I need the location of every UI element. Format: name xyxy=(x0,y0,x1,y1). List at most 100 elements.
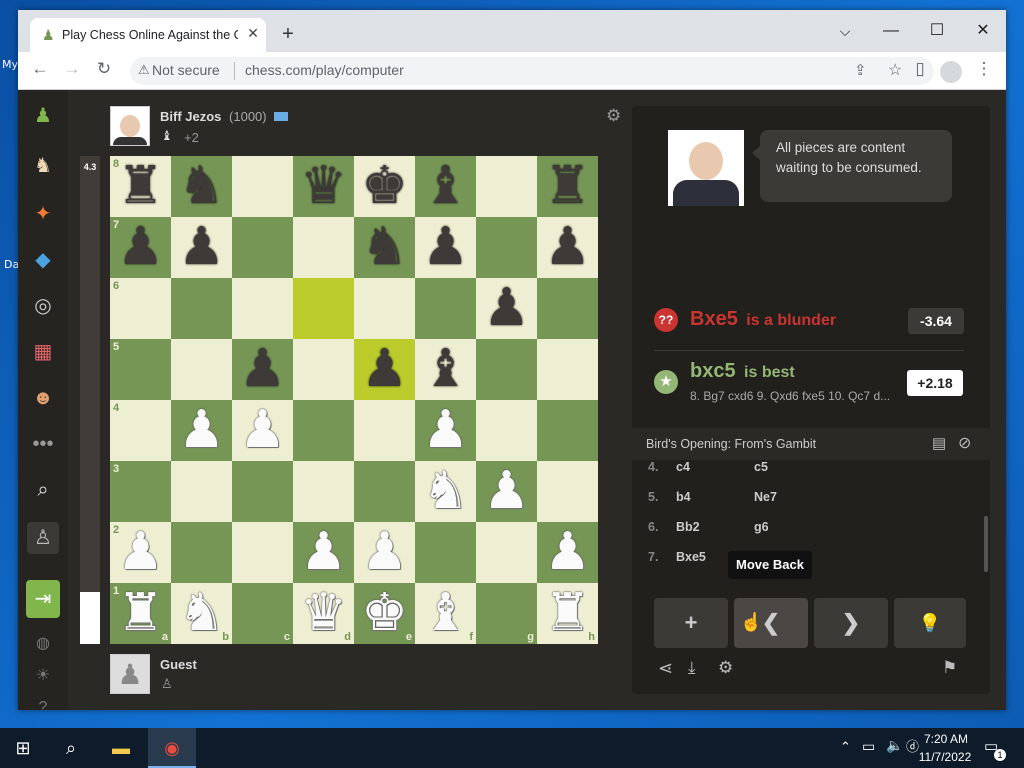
square-g7[interactable] xyxy=(476,217,537,278)
add-friend-icon[interactable]: ♙ xyxy=(27,522,59,554)
square-b4[interactable]: ♟ xyxy=(171,400,232,461)
square-h3[interactable] xyxy=(537,461,598,522)
white-pawn-icon[interactable]: ♟ xyxy=(354,522,415,583)
square-d5[interactable] xyxy=(293,339,354,400)
square-b3[interactable] xyxy=(171,461,232,522)
black-knight-icon[interactable]: ♞ xyxy=(354,217,415,278)
square-f7[interactable]: ♟ xyxy=(415,217,476,278)
close-tab-icon[interactable]: ✕ xyxy=(244,25,262,42)
file-explorer-icon[interactable]: ▬ xyxy=(98,728,144,768)
square-b2[interactable] xyxy=(171,522,232,583)
square-d7[interactable] xyxy=(293,217,354,278)
white-move[interactable]: Bxe5 xyxy=(676,550,706,564)
watch-icon[interactable]: ◎ xyxy=(27,290,59,322)
square-c5[interactable]: ♟ xyxy=(232,339,293,400)
news-icon[interactable]: ▦ xyxy=(27,336,59,368)
black-bishop-icon[interactable]: ♝ xyxy=(415,339,476,400)
square-b1[interactable]: b ♞ xyxy=(171,583,232,644)
side-panel-icon[interactable]: ▯ xyxy=(908,57,932,81)
login-icon[interactable]: ⇥ xyxy=(26,580,60,618)
square-e5[interactable]: ♟ xyxy=(354,339,415,400)
help-icon[interactable]: ? xyxy=(27,692,59,710)
browser-tab[interactable]: ♟ Play Chess Online Against the Co ✕ xyxy=(30,18,266,52)
square-h1[interactable]: h ♜ xyxy=(537,583,598,644)
square-c2[interactable] xyxy=(232,522,293,583)
square-e6[interactable] xyxy=(354,278,415,339)
more-icon[interactable]: ••• xyxy=(27,428,59,460)
settings-gear-icon[interactable]: ⚙ xyxy=(718,658,733,678)
square-h4[interactable] xyxy=(537,400,598,461)
puzzles-icon[interactable]: ✦ xyxy=(27,198,59,230)
square-c6[interactable] xyxy=(232,278,293,339)
square-e4[interactable] xyxy=(354,400,415,461)
black-pawn-icon[interactable]: ♟ xyxy=(110,217,171,278)
white-pawn-icon[interactable]: ♟ xyxy=(110,522,171,583)
desktop-icon-label[interactable]: My xyxy=(2,58,18,71)
square-g5[interactable] xyxy=(476,339,537,400)
square-g6[interactable]: ♟ xyxy=(476,278,537,339)
square-b5[interactable] xyxy=(171,339,232,400)
close-window-button[interactable]: ✕ xyxy=(960,16,1006,46)
black-pawn-icon[interactable]: ♟ xyxy=(232,339,293,400)
square-g8[interactable] xyxy=(476,156,537,217)
black-bishop-icon[interactable]: ♝ xyxy=(415,156,476,217)
square-a6[interactable]: 6 xyxy=(110,278,171,339)
black-pawn-icon[interactable]: ♟ xyxy=(415,217,476,278)
square-a5[interactable]: 5 xyxy=(110,339,171,400)
download-icon[interactable]: ⤓ xyxy=(688,658,696,678)
black-rook-icon[interactable]: ♜ xyxy=(110,156,171,217)
square-c8[interactable] xyxy=(232,156,293,217)
chrome-taskbar-icon[interactable]: ◉ xyxy=(148,728,196,768)
square-d8[interactable]: ♛ xyxy=(293,156,354,217)
black-rook-icon[interactable]: ♜ xyxy=(537,156,598,217)
address-bar[interactable]: ⚠ Not secure chess.com/play/computer ⇪ ☆ xyxy=(130,57,934,85)
move-list-scrollbar[interactable] xyxy=(984,516,988,572)
white-pawn-icon[interactable]: ♟ xyxy=(537,522,598,583)
hint-button[interactable]: 💡 xyxy=(894,598,966,648)
black-queen-icon[interactable]: ♛ xyxy=(293,156,354,217)
clock-date[interactable]: 11/7/2022 xyxy=(908,750,982,764)
square-h2[interactable]: ♟ xyxy=(537,522,598,583)
black-king-icon[interactable]: ♚ xyxy=(354,156,415,217)
square-f2[interactable] xyxy=(415,522,476,583)
square-g3[interactable]: ♟ xyxy=(476,461,537,522)
clock-time[interactable]: 7:20 AM xyxy=(916,732,976,746)
square-a7[interactable]: 7 ♟ xyxy=(110,217,171,278)
black-pawn-icon[interactable]: ♟ xyxy=(171,217,232,278)
square-g1[interactable]: g xyxy=(476,583,537,644)
profile-avatar-icon[interactable] xyxy=(940,61,962,83)
learn-icon[interactable]: ◆ xyxy=(27,244,59,276)
resign-flag-icon[interactable]: ⚑ xyxy=(942,658,957,678)
white-move[interactable]: b4 xyxy=(676,490,691,504)
white-pawn-icon[interactable]: ♟ xyxy=(415,400,476,461)
add-button[interactable]: + xyxy=(654,598,728,648)
square-e1[interactable]: e ♚ xyxy=(354,583,415,644)
square-f3[interactable]: ♞ xyxy=(415,461,476,522)
square-a4[interactable]: 4 xyxy=(110,400,171,461)
square-d4[interactable] xyxy=(293,400,354,461)
black-pawn-icon[interactable]: ♟ xyxy=(537,217,598,278)
maximize-button[interactable]: ☐ xyxy=(914,16,960,46)
square-f4[interactable]: ♟ xyxy=(415,400,476,461)
square-e3[interactable] xyxy=(354,461,415,522)
square-f5[interactable]: ♝ xyxy=(415,339,476,400)
bookmark-star-icon[interactable]: ☆ xyxy=(888,60,902,80)
white-rook-icon[interactable]: ♜ xyxy=(110,583,171,644)
square-h7[interactable]: ♟ xyxy=(537,217,598,278)
square-b6[interactable] xyxy=(171,278,232,339)
square-h6[interactable] xyxy=(537,278,598,339)
taskbar-search-icon[interactable]: ⌕ xyxy=(48,728,94,768)
square-g2[interactable] xyxy=(476,522,537,583)
compass-icon[interactable]: ⊘ xyxy=(958,433,971,453)
square-a3[interactable]: 3 xyxy=(110,461,171,522)
square-b7[interactable]: ♟ xyxy=(171,217,232,278)
white-pawn-icon[interactable]: ♟ xyxy=(293,522,354,583)
square-a2[interactable]: 2 ♟ xyxy=(110,522,171,583)
share-icon[interactable]: ⋖ xyxy=(658,658,673,679)
square-d3[interactable] xyxy=(293,461,354,522)
white-move[interactable]: Bb2 xyxy=(676,520,700,534)
white-rook-icon[interactable]: ♜ xyxy=(537,583,598,644)
white-pawn-icon[interactable]: ♟ xyxy=(171,400,232,461)
book-icon[interactable]: ▤ xyxy=(932,434,946,452)
square-d2[interactable]: ♟ xyxy=(293,522,354,583)
